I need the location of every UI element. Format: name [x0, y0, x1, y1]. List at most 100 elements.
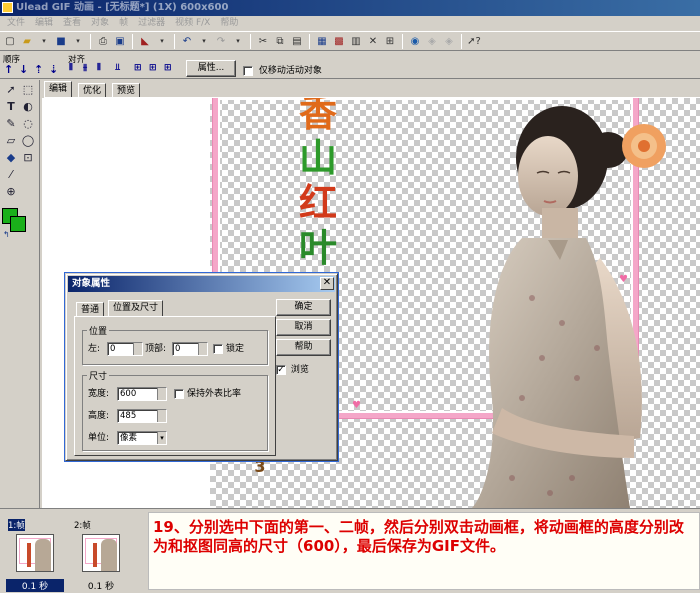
- toolbar-separator: [90, 33, 91, 49]
- menu-frame[interactable]: 帧: [114, 16, 133, 31]
- frame-2-label: 2:帧: [74, 521, 91, 531]
- align-grid-icon[interactable]: ⊞: [134, 63, 142, 73]
- bring-forward-icon[interactable]: ↑: [4, 63, 13, 76]
- frame-1-delay: 0.1 秒: [6, 579, 64, 592]
- frame-tween-icon[interactable]: ⊞: [383, 34, 397, 48]
- lock-checkbox[interactable]: [213, 344, 223, 354]
- toolbar-separator: [461, 33, 462, 49]
- lasso-tool-icon[interactable]: ◐: [20, 99, 36, 115]
- tab-preview[interactable]: 预览: [112, 83, 141, 98]
- tab-edit[interactable]: 编辑: [44, 81, 73, 98]
- help-pointer-icon[interactable]: ➚?: [467, 34, 481, 48]
- tab-position-size[interactable]: 位置及尺寸: [108, 300, 164, 317]
- background-color-swatch[interactable]: [10, 216, 26, 232]
- select-tool-icon[interactable]: ⬚: [20, 82, 36, 98]
- align-grid-icon-3[interactable]: ⊞: [164, 63, 172, 73]
- frame-2[interactable]: 2:帧 0.1 秒: [72, 519, 130, 592]
- align-left-icon[interactable]: ⫴: [69, 63, 73, 73]
- frame-2-thumbnail: [82, 534, 120, 572]
- top-input[interactable]: 0: [172, 342, 208, 356]
- menu-edit[interactable]: 编辑: [30, 16, 58, 31]
- redo-dropdown-icon[interactable]: ▾: [231, 34, 245, 48]
- paste-icon[interactable]: ▤: [290, 34, 304, 48]
- edit-canvas[interactable]: ♥ ♥ ♥ ♥ ♥ ♥ ♥ ✦ ✦ ✦ ✦ ✦: [42, 98, 700, 508]
- transform-tool-icon[interactable]: ⊡: [20, 150, 36, 166]
- cancel-button[interactable]: 取消: [276, 319, 331, 336]
- browse-checkbox-row: ✓ 浏览: [276, 362, 309, 375]
- size-group: 尺寸 宽度: 600 保持外表比率 高度: 485 单位: 像素 ▾: [82, 369, 268, 451]
- size-group-label: 尺寸: [87, 369, 110, 382]
- top-input-value: 0: [175, 344, 181, 354]
- keep-ratio-checkbox[interactable]: [174, 389, 184, 399]
- frame-delete-icon[interactable]: ✕: [366, 34, 380, 48]
- send-to-back-icon[interactable]: ⇣: [49, 63, 58, 76]
- new-icon[interactable]: ▢: [3, 34, 17, 48]
- eyedropper-tool-icon[interactable]: ⁄: [3, 167, 19, 183]
- toolbar-separator: [174, 33, 175, 49]
- move-only-animated-checkbox[interactable]: [243, 65, 253, 76]
- frame-2-delay: 0.1 秒: [87, 582, 115, 592]
- print-icon[interactable]: ⎙: [96, 34, 110, 48]
- ellipse-select-icon[interactable]: ◯: [20, 133, 36, 149]
- swap-colors-icon[interactable]: ↰: [3, 230, 10, 239]
- top-label: 顶部:: [145, 344, 167, 354]
- wizard-dropdown-icon[interactable]: ▾: [155, 34, 169, 48]
- wizard-icon[interactable]: ◣: [138, 34, 152, 48]
- browse-checkbox[interactable]: ✓: [276, 364, 286, 375]
- copy-icon[interactable]: ⧉: [273, 34, 287, 48]
- fill-tool-icon[interactable]: ◆: [3, 150, 19, 166]
- open-icon[interactable]: ▰: [20, 34, 34, 48]
- width-spinner[interactable]: [157, 388, 166, 400]
- send-backward-icon[interactable]: ↓: [19, 63, 28, 76]
- menu-filter[interactable]: 过滤器: [133, 16, 170, 31]
- frame-properties-icon[interactable]: ▩: [332, 34, 346, 48]
- save-icon[interactable]: ■: [54, 34, 68, 48]
- align-center-icon[interactable]: ⫵: [83, 63, 87, 73]
- window-title: Ulead GIF 动画 - [无标题*] (1X) 600x600: [16, 2, 229, 13]
- move-only-animated-checkbox-row: 仅移动活动对象: [243, 63, 322, 76]
- frame-add-icon[interactable]: ▦: [315, 34, 329, 48]
- menu-video-fx[interactable]: 视频 F/X: [170, 16, 215, 31]
- arrange-bar: 顺序 ↑ ↓ ⇡ ⇣ 对齐 ⫴ ⫵ ⫴ ⫫ ⊞ ⊞ ⊞ 属性... 仅移动活动对…: [0, 51, 700, 79]
- menu-file[interactable]: 文件: [2, 16, 30, 31]
- tab-general[interactable]: 普通: [76, 302, 105, 317]
- close-icon[interactable]: ✕: [320, 277, 334, 290]
- globe-icon[interactable]: ◉: [408, 34, 422, 48]
- width-label: 宽度:: [88, 389, 110, 399]
- height-input[interactable]: 485: [117, 409, 167, 423]
- open-dropdown-icon[interactable]: ▾: [37, 34, 51, 48]
- tab-optimize[interactable]: 优化: [78, 83, 107, 98]
- properties-button[interactable]: 属性...: [186, 60, 236, 77]
- freehand-tool-icon[interactable]: ◌: [20, 116, 36, 132]
- left-input[interactable]: 0: [107, 342, 143, 356]
- top-spinner[interactable]: [198, 343, 207, 355]
- save-dropdown-icon[interactable]: ▾: [71, 34, 85, 48]
- menu-help[interactable]: 帮助: [215, 16, 243, 31]
- unit-select[interactable]: 像素 ▾: [117, 431, 167, 445]
- align-bottom-icon[interactable]: ⫫: [115, 63, 120, 73]
- zoom-tool-icon[interactable]: ⊕: [3, 184, 19, 200]
- help-button[interactable]: 帮助: [276, 339, 331, 356]
- cut-icon[interactable]: ✂: [256, 34, 270, 48]
- width-input[interactable]: 600: [117, 387, 167, 401]
- pointer-tool-icon[interactable]: ➚: [3, 82, 19, 98]
- eraser-tool-icon[interactable]: ▱: [3, 133, 19, 149]
- height-spinner[interactable]: [157, 410, 166, 422]
- undo-dropdown-icon[interactable]: ▾: [197, 34, 211, 48]
- preview-icon[interactable]: ▣: [113, 34, 127, 48]
- frame-copy-icon[interactable]: ▥: [349, 34, 363, 48]
- text-tool-icon[interactable]: T: [3, 99, 19, 115]
- chevron-down-icon[interactable]: ▾: [157, 432, 166, 444]
- undo-icon[interactable]: ↶: [180, 34, 194, 48]
- align-right-icon[interactable]: ⫴: [97, 63, 101, 73]
- ok-button[interactable]: 确定: [276, 299, 331, 316]
- brush-tool-icon[interactable]: ✎: [3, 116, 19, 132]
- menu-object[interactable]: 对象: [86, 16, 114, 31]
- bring-to-front-icon[interactable]: ⇡: [34, 63, 43, 76]
- dialog-title: 对象属性: [68, 276, 335, 292]
- menu-view[interactable]: 查看: [58, 16, 86, 31]
- align-grid-icon-2[interactable]: ⊞: [149, 63, 157, 73]
- left-spinner[interactable]: [133, 343, 142, 355]
- frame-1[interactable]: 1:帧 0.1 秒: [6, 519, 64, 592]
- redo-icon[interactable]: ↷: [214, 34, 228, 48]
